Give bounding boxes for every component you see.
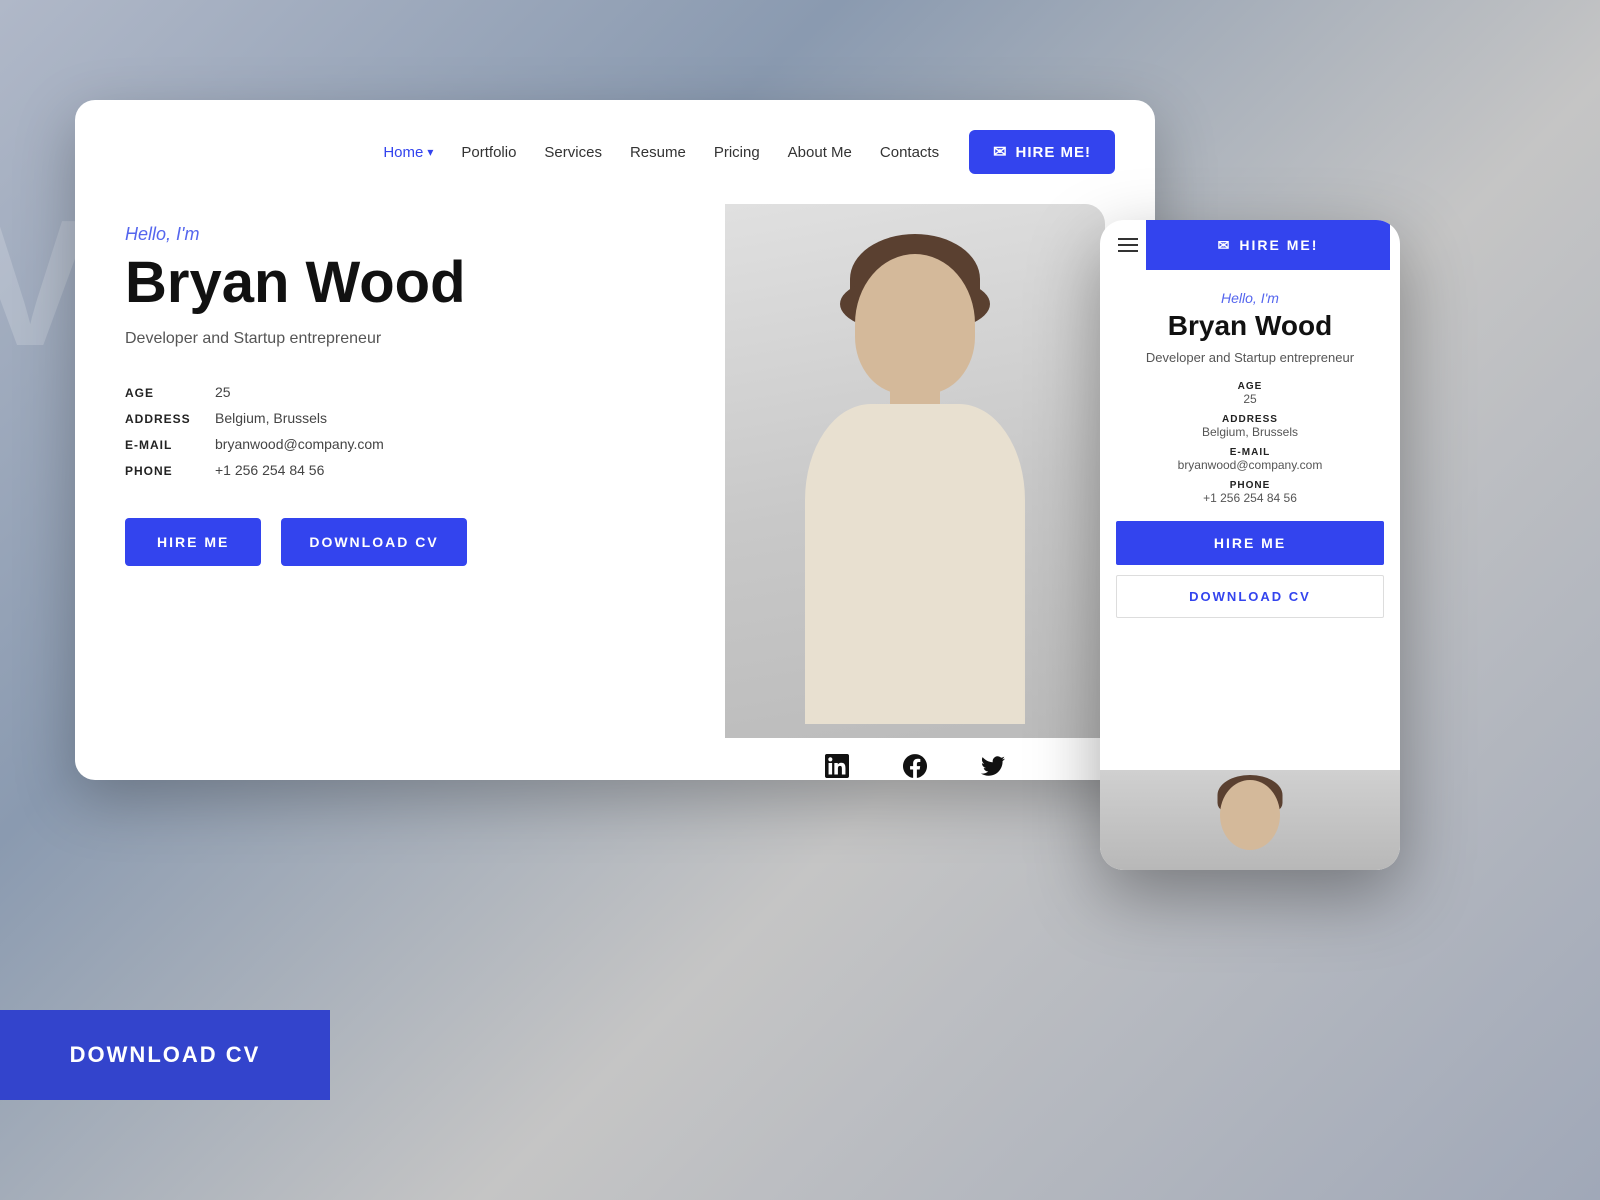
social-bar: [725, 738, 1105, 780]
twitter-icon[interactable]: [979, 752, 1007, 780]
nav-item-home[interactable]: Home: [383, 144, 433, 161]
mobile-hello-text: Hello, I'm: [1116, 290, 1384, 306]
age-value: 25: [215, 384, 231, 400]
mobile-nav: ✉ HIRE ME!: [1100, 220, 1400, 270]
mobile-info-address: ADDRESS Belgium, Brussels: [1116, 414, 1384, 439]
email-value: bryanwood@company.com: [215, 436, 384, 452]
desktop-nav: Home Portfolio Services Resume Pricing A…: [75, 100, 1155, 204]
mail-icon: ✉: [993, 142, 1007, 162]
mobile-email-label: E-MAIL: [1116, 447, 1384, 458]
hamburger-icon: [1118, 238, 1138, 252]
download-cv-button[interactable]: DOWNLOAD CV: [281, 518, 466, 566]
mobile-person-head: [1220, 780, 1280, 850]
left-content: Hello, I'm Bryan Wood Developer and Star…: [125, 204, 725, 780]
bg-download-label: DOWNLOAD CV: [70, 1042, 261, 1068]
hello-text: Hello, I'm: [125, 224, 685, 245]
bg-download-button: DOWNLOAD CV: [0, 1010, 330, 1100]
mobile-photo-area: [1100, 770, 1400, 870]
person-body: [805, 404, 1025, 724]
mobile-info-age: AGE 25: [1116, 381, 1384, 406]
address-value: Belgium, Brussels: [215, 410, 327, 426]
desktop-card: Home Portfolio Services Resume Pricing A…: [75, 100, 1155, 780]
profile-photo-area: [725, 204, 1105, 780]
nav-item-contacts[interactable]: Contacts: [880, 144, 939, 161]
card-content: Hello, I'm Bryan Wood Developer and Star…: [75, 204, 1155, 780]
mobile-hire-button[interactable]: ✉ HIRE ME!: [1146, 220, 1390, 270]
nav-item-about[interactable]: About Me: [788, 144, 852, 161]
photo-background: [725, 204, 1105, 780]
tagline: Developer and Startup entrepreneur: [125, 330, 685, 348]
person-silhouette: [725, 204, 1105, 780]
age-label: AGE: [125, 386, 215, 400]
mobile-info-phone: PHONE +1 256 254 84 56: [1116, 480, 1384, 505]
mobile-download-cv-button[interactable]: DOWNLOAD CV: [1116, 575, 1384, 618]
mobile-phone-value: +1 256 254 84 56: [1116, 491, 1384, 505]
nav-item-services[interactable]: Services: [544, 144, 602, 161]
mobile-age-label: AGE: [1116, 381, 1384, 392]
info-row-age: AGE 25: [125, 384, 685, 400]
phone-label: PHONE: [125, 464, 215, 478]
hire-me-button[interactable]: HIRE ME: [125, 518, 261, 566]
person-head: [855, 254, 975, 394]
mobile-hire-me-button[interactable]: HIRE ME: [1116, 521, 1384, 565]
mobile-person-photo: [1100, 770, 1400, 870]
mobile-age-value: 25: [1116, 392, 1384, 406]
nav-items: Home Portfolio Services Resume Pricing A…: [383, 144, 939, 161]
address-label: ADDRESS: [125, 412, 215, 426]
facebook-icon[interactable]: [901, 752, 929, 780]
mobile-menu-button[interactable]: [1110, 227, 1146, 263]
info-row-phone: PHONE +1 256 254 84 56: [125, 462, 685, 478]
info-row-address: ADDRESS Belgium, Brussels: [125, 410, 685, 426]
linkedin-icon[interactable]: [823, 752, 851, 780]
mobile-card: ✉ HIRE ME! Hello, I'm Bryan Wood Develop…: [1100, 220, 1400, 870]
info-row-email: E-MAIL bryanwood@company.com: [125, 436, 685, 452]
mobile-address-value: Belgium, Brussels: [1116, 425, 1384, 439]
nav-item-pricing[interactable]: Pricing: [714, 144, 760, 161]
nav-item-resume[interactable]: Resume: [630, 144, 686, 161]
name-heading: Bryan Wood: [125, 253, 685, 314]
mobile-content: Hello, I'm Bryan Wood Developer and Star…: [1100, 270, 1400, 628]
email-label: E-MAIL: [125, 438, 215, 452]
info-table: AGE 25 ADDRESS Belgium, Brussels E-MAIL …: [125, 384, 685, 478]
mobile-address-label: ADDRESS: [1116, 414, 1384, 425]
mobile-mail-icon: ✉: [1218, 237, 1232, 254]
mobile-name-heading: Bryan Wood: [1116, 310, 1384, 342]
mobile-info-email: E-MAIL bryanwood@company.com: [1116, 447, 1384, 472]
mobile-phone-label: PHONE: [1116, 480, 1384, 491]
action-buttons: HIRE ME DOWNLOAD CV: [125, 518, 685, 566]
phone-value: +1 256 254 84 56: [215, 462, 324, 478]
hire-me-nav-button[interactable]: ✉ HIRE ME!: [969, 130, 1115, 174]
mobile-info-table: AGE 25 ADDRESS Belgium, Brussels E-MAIL …: [1116, 381, 1384, 505]
mobile-email-value: bryanwood@company.com: [1116, 458, 1384, 472]
nav-item-portfolio[interactable]: Portfolio: [461, 144, 516, 161]
mobile-tagline: Developer and Startup entrepreneur: [1116, 350, 1384, 365]
